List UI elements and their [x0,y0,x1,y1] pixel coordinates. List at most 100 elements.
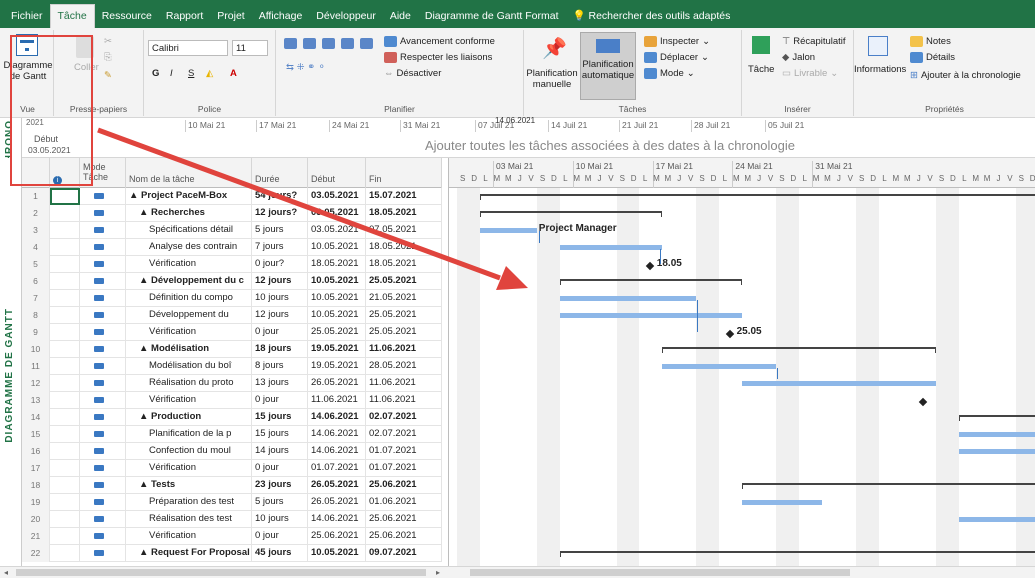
start-cell[interactable]: 10.05.2021 [308,545,366,562]
task-name-cell[interactable]: Planification de la p [126,426,252,443]
task-mode-cell[interactable] [80,494,126,511]
italic-button[interactable]: I [170,68,173,79]
milestone-marker[interactable] [725,329,734,339]
duration-cell[interactable]: 15 jours [252,409,308,426]
end-cell[interactable]: 18.05.2021 [366,205,442,222]
task-name-cell[interactable]: Vérification [126,256,252,273]
info-cell[interactable] [50,443,80,460]
row-number[interactable]: 15 [22,426,50,443]
task-mode-cell[interactable] [80,290,126,307]
end-cell[interactable]: 01.07.2021 [366,460,442,477]
summary-bar-cap[interactable] [559,279,561,285]
duration-cell[interactable]: 12 jours [252,273,308,290]
end-cell[interactable]: 18.05.2021 [366,239,442,256]
table-row[interactable]: 16 Confection du moul 14 jours 14.06.2021 01… [22,443,442,460]
task-bar[interactable] [559,296,697,301]
task-mode-cell[interactable] [80,341,126,358]
inspect-button[interactable]: Inspecter ⌄ [644,36,710,47]
end-cell[interactable]: 11.06.2021 [366,392,442,409]
task-name-cell[interactable]: ▲ Request For Proposal [126,545,252,562]
row-number[interactable]: 9 [22,324,50,341]
task-name-cell[interactable]: Vérification [126,324,252,341]
summary-bar[interactable] [958,415,1035,417]
summary-bar-cap[interactable] [661,211,663,217]
horizontal-scrollbar[interactable]: ◂ ▸ [0,566,1035,578]
add-to-timeline-button[interactable]: ⊞ Ajouter à la chronologie [910,70,1021,81]
table-row[interactable]: 17 Vérification 0 jour 01.07.2021 01.07.2021 [22,460,442,477]
end-cell[interactable]: 18.05.2021 [366,256,442,273]
row-number[interactable]: 16 [22,443,50,460]
row-number[interactable]: 3 [22,222,50,239]
start-cell[interactable]: 10.05.2021 [308,239,366,256]
start-cell[interactable]: 14.06.2021 [308,426,366,443]
end-cell[interactable]: 21.05.2021 [366,290,442,307]
row-number[interactable]: 4 [22,239,50,256]
info-cell[interactable] [50,307,80,324]
start-cell[interactable]: 03.05.2021 [308,205,366,222]
table-row[interactable]: 6 ▲ Développement du c 12 jours 10.05.2021 2… [22,273,442,290]
start-cell[interactable]: 25.05.2021 [308,324,366,341]
task-bar[interactable] [742,500,822,505]
task-name-cell[interactable]: Développement du [126,307,252,324]
duration-cell[interactable]: 10 jours [252,511,308,528]
task-name-cell[interactable]: Réalisation du proto [126,375,252,392]
information-button[interactable]: Informations [854,64,906,75]
start-cell[interactable]: 03.05.2021 [308,222,366,239]
info-cell[interactable] [50,290,80,307]
info-cell[interactable] [50,494,80,511]
summary-bar[interactable] [479,194,1035,196]
duration-cell[interactable]: 8 jours [252,358,308,375]
end-cell[interactable]: 11.06.2021 [366,341,442,358]
highlight-icon[interactable]: ◭ [206,68,213,79]
duration-cell[interactable]: 12 jours? [252,205,308,222]
task-mode-cell[interactable] [80,222,126,239]
duration-cell[interactable]: 5 jours [252,222,308,239]
end-cell[interactable]: 25.05.2021 [366,307,442,324]
task-mode-cell[interactable] [80,443,126,460]
summary-bar-cap[interactable] [479,194,481,200]
table-row[interactable]: 13 Vérification 0 jour 11.06.2021 11.06.2021 [22,392,442,409]
duration-cell[interactable]: 45 jours [252,545,308,562]
start-cell[interactable]: 03.05.2021 [308,188,366,205]
mark-on-track-button[interactable]: Avancement conforme [384,36,495,47]
row-number[interactable]: 10 [22,341,50,358]
task-name-cell[interactable]: Vérification [126,392,252,409]
header-duration[interactable]: Durée [252,158,308,188]
font-name-select[interactable]: Calibri [148,40,228,56]
tab-aide[interactable]: Aide [383,6,418,28]
start-cell[interactable]: 10.05.2021 [308,290,366,307]
start-cell[interactable]: 19.05.2021 [308,341,366,358]
font-color-icon[interactable]: A [230,68,237,79]
summary-bar-cap[interactable] [934,347,936,353]
task-mode-cell[interactable] [80,358,126,375]
start-cell[interactable]: 01.07.2021 [308,460,366,477]
info-cell[interactable] [50,426,80,443]
end-cell[interactable]: 25.06.2021 [366,511,442,528]
task-name-cell[interactable]: Définition du compo [126,290,252,307]
row-number[interactable]: 2 [22,205,50,222]
task-mode-cell[interactable] [80,460,126,477]
info-cell[interactable] [50,324,80,341]
table-row[interactable]: 20 Réalisation des test 10 jours 14.06.2021… [22,511,442,528]
summary-bar[interactable] [479,211,663,213]
table-row[interactable]: 2 ▲ Recherches 12 jours? 03.05.2021 18.05.20… [22,205,442,222]
chart-scroll-thumb[interactable] [470,569,850,576]
copy-icon[interactable]: ⎘ [104,52,112,63]
bold-button[interactable]: G [152,68,159,79]
summary-bar[interactable] [662,347,936,349]
task-name-cell[interactable]: Confection du moul [126,443,252,460]
tab-projet[interactable]: Projet [210,6,251,28]
task-name-cell[interactable]: Spécifications détail [126,222,252,239]
end-cell[interactable]: 11.06.2021 [366,375,442,392]
format-painter-icon[interactable]: ✎ [104,70,112,81]
task-mode-cell[interactable] [80,205,126,222]
row-number[interactable]: 20 [22,511,50,528]
start-cell[interactable]: 10.05.2021 [308,307,366,324]
table-row[interactable]: 9 Vérification 0 jour 25.05.2021 25.05.2021 [22,324,442,341]
tab-search[interactable]: 💡 Rechercher des outils adaptés [566,6,738,28]
table-row[interactable]: 12 Réalisation du proto 13 jours 26.05.2021… [22,375,442,392]
end-cell[interactable]: 07.05.2021 [366,222,442,239]
info-cell[interactable] [50,511,80,528]
milestone-button[interactable]: ◆ Jalon [782,52,815,63]
info-cell[interactable] [50,375,80,392]
